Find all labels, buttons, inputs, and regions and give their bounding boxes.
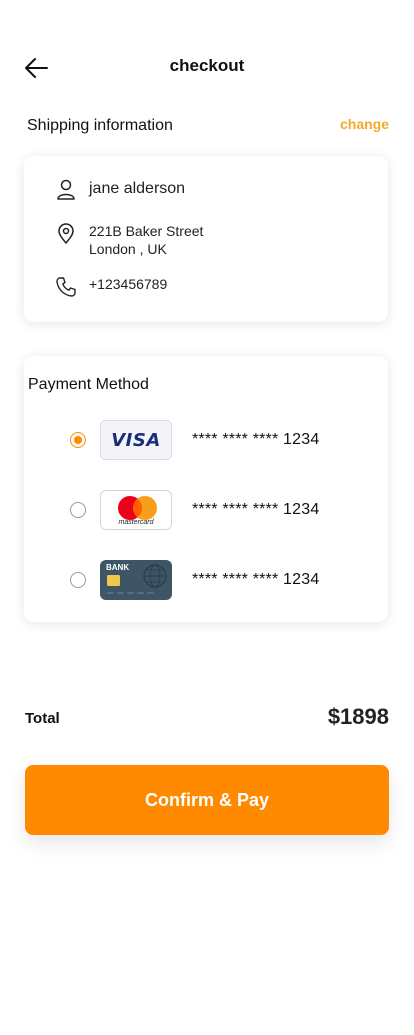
mastercard-brand: mastercard bbox=[118, 519, 154, 526]
visa-brand: VISA bbox=[111, 429, 161, 451]
mastercard-logo: mastercard bbox=[100, 490, 172, 530]
radio-unselected[interactable] bbox=[70, 572, 86, 588]
location-pin-icon bbox=[54, 222, 78, 246]
recipient-name: jane alderson bbox=[89, 180, 186, 197]
user-icon bbox=[54, 178, 78, 202]
radio-selected[interactable] bbox=[70, 432, 86, 448]
address-line-2: London , UK bbox=[89, 241, 167, 257]
visa-logo: VISA bbox=[100, 420, 172, 460]
payment-option-mastercard[interactable]: mastercard **** **** **** 1234 bbox=[70, 490, 370, 530]
radio-unselected[interactable] bbox=[70, 502, 86, 518]
card-number-masked: **** **** **** 1234 bbox=[192, 571, 320, 588]
page-title: checkout bbox=[169, 56, 245, 75]
card-number-masked: **** **** **** 1234 bbox=[192, 501, 320, 518]
confirm-pay-button[interactable]: Confirm & Pay bbox=[25, 765, 389, 835]
bank-card-logo: BANK bbox=[100, 560, 172, 600]
payment-option-visa[interactable]: VISA **** **** **** 1234 bbox=[70, 420, 370, 460]
payment-method-title: Payment Method bbox=[28, 376, 149, 393]
top-bar: checkout bbox=[0, 44, 414, 90]
globe-icon bbox=[107, 564, 167, 594]
shipping-title: Shipping information bbox=[27, 117, 173, 134]
address-text: 221B Baker Street London , UK bbox=[89, 222, 203, 258]
total-label: Total bbox=[25, 710, 60, 727]
change-address-link[interactable]: change bbox=[340, 116, 389, 132]
phone-number: +123456789 bbox=[89, 276, 168, 292]
shipping-info-card: jane alderson 221B Baker Street London ,… bbox=[24, 156, 388, 322]
payment-method-card: Payment Method VISA **** **** **** 1234 … bbox=[24, 356, 388, 622]
address-row: 221B Baker Street London , UK bbox=[54, 222, 203, 258]
phone-icon bbox=[54, 275, 78, 299]
recipient-row: jane alderson bbox=[54, 178, 185, 202]
payment-option-bank[interactable]: BANK **** **** **** 1234 bbox=[70, 560, 370, 600]
total-amount: $1898 bbox=[327, 704, 389, 729]
shipping-section-header: Shipping information change bbox=[27, 116, 389, 138]
card-number-masked: **** **** **** 1234 bbox=[192, 431, 320, 448]
phone-row: +123456789 bbox=[54, 275, 167, 299]
address-line-1: 221B Baker Street bbox=[89, 223, 204, 239]
